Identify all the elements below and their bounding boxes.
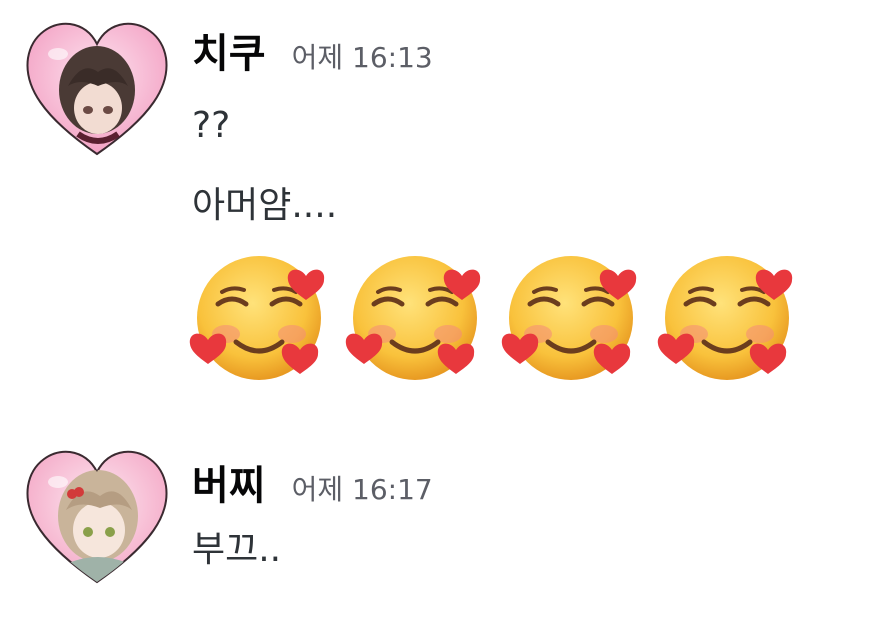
smiling-face-with-hearts-icon[interactable]: [344, 246, 486, 388]
heart-avatar-icon: [26, 450, 168, 584]
heart-avatar-icon: [26, 22, 168, 156]
smiling-face-with-hearts-icon[interactable]: [188, 246, 330, 388]
message-text: ??: [192, 105, 231, 146]
username[interactable]: 치쿠: [192, 28, 266, 80]
avatar[interactable]: [22, 16, 172, 166]
message-text: 아머얌....: [192, 185, 338, 226]
message-header: 치쿠 어제 16:13: [192, 28, 433, 84]
smiling-face-with-hearts-icon[interactable]: [500, 246, 642, 388]
timestamp[interactable]: 어제 16:13: [292, 32, 433, 84]
emoji-row: [188, 246, 798, 388]
smiling-face-with-hearts-icon[interactable]: [656, 246, 798, 388]
username[interactable]: 버찌: [192, 460, 266, 512]
timestamp[interactable]: 어제 16:17: [292, 464, 433, 516]
chat-log: 치쿠 어제 16:13 ?? 아머얌.... 버찌 어제 16:17 부끄..: [0, 0, 872, 620]
message-header: 버찌 어제 16:17: [192, 460, 433, 516]
avatar[interactable]: [22, 444, 172, 594]
message-text: 부끄..: [192, 529, 282, 570]
